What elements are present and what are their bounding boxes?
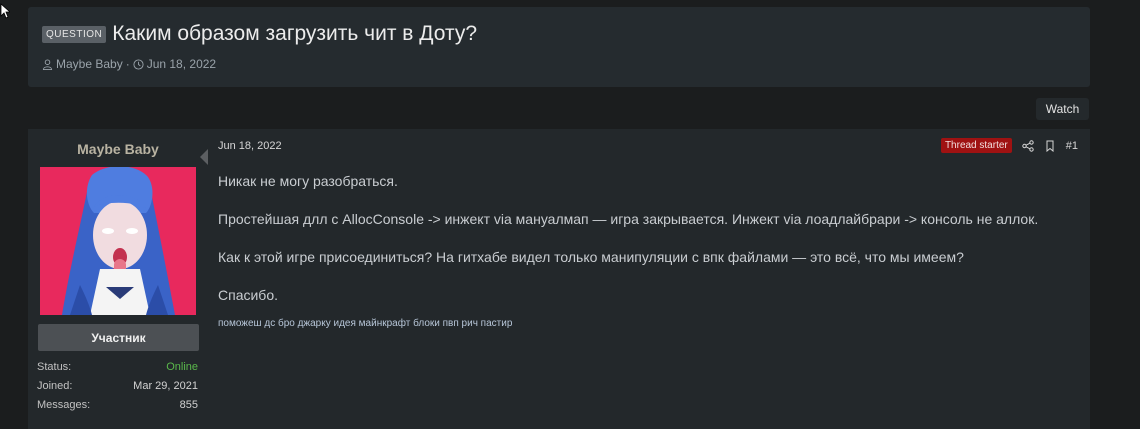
thread-date-link[interactable]: Jun 18, 2022 xyxy=(147,57,216,71)
avatar-image xyxy=(40,167,196,315)
stat-label: Joined: xyxy=(37,379,73,392)
user-icon xyxy=(42,58,53,70)
thread-title: Каким образом загрузить чит в Доту? xyxy=(112,22,477,45)
post-paragraph: Спасибо. xyxy=(218,287,278,303)
user-stats: Status: Online Joined: Mar 29, 2021 Mess… xyxy=(37,357,198,414)
stat-value-messages[interactable]: 855 xyxy=(180,399,198,411)
post-main: Jun 18, 2022 Thread starter #1 Никак не … xyxy=(218,129,1090,429)
stat-row-messages: Messages: 855 xyxy=(37,395,198,414)
post-number-link[interactable]: #1 xyxy=(1066,140,1078,152)
thread-starter-badge: Thread starter xyxy=(940,138,1012,153)
post-username[interactable]: Maybe Baby xyxy=(28,141,208,157)
stat-row-status: Status: Online xyxy=(37,357,198,376)
title-row: QUESTION Каким образом загрузить чит в Д… xyxy=(42,22,477,46)
stat-value-joined: Mar 29, 2021 xyxy=(133,379,198,392)
avatar[interactable] xyxy=(40,167,196,315)
post-body: Никак не могу разобраться. Простейшая дл… xyxy=(218,173,1078,325)
question-label[interactable]: QUESTION xyxy=(42,25,107,43)
watch-button[interactable]: Watch xyxy=(1036,98,1089,120)
mouse-cursor-icon xyxy=(0,3,10,19)
stat-row-joined: Joined: Mar 29, 2021 xyxy=(37,376,198,395)
post-actions: Thread starter #1 xyxy=(940,138,1078,153)
post-signature: поможеш дс бро джарку идея майнкрафт бло… xyxy=(218,318,513,329)
post-paragraph: Как к этой игре присоединиться? На гитха… xyxy=(218,249,964,265)
user-title-banner: Участник xyxy=(38,324,199,351)
meta-separator: · xyxy=(125,57,130,71)
thread-meta: Maybe Baby · Jun 18, 2022 xyxy=(42,57,216,71)
thread-header: QUESTION Каким образом загрузить чит в Д… xyxy=(28,7,1090,87)
post-message: Maybe Baby Участник Status: Online Joine… xyxy=(28,129,1090,429)
stat-value-status: Online xyxy=(166,360,198,373)
post-date-link[interactable]: Jun 18, 2022 xyxy=(218,140,282,152)
bookmark-icon[interactable] xyxy=(1044,140,1056,152)
clock-icon xyxy=(133,58,144,70)
post-paragraph: Никак не могу разобраться. xyxy=(218,173,398,189)
post-paragraph: Простейшая длл с AllocConsole -> инжект … xyxy=(218,211,1039,227)
post-user-cell: Maybe Baby Участник Status: Online Joine… xyxy=(28,129,208,429)
stat-label: Status: xyxy=(37,360,72,373)
user-cell-arrow xyxy=(200,149,208,165)
stat-label: Messages: xyxy=(37,398,91,411)
share-icon[interactable] xyxy=(1022,139,1034,152)
thread-author-link[interactable]: Maybe Baby xyxy=(56,57,123,71)
